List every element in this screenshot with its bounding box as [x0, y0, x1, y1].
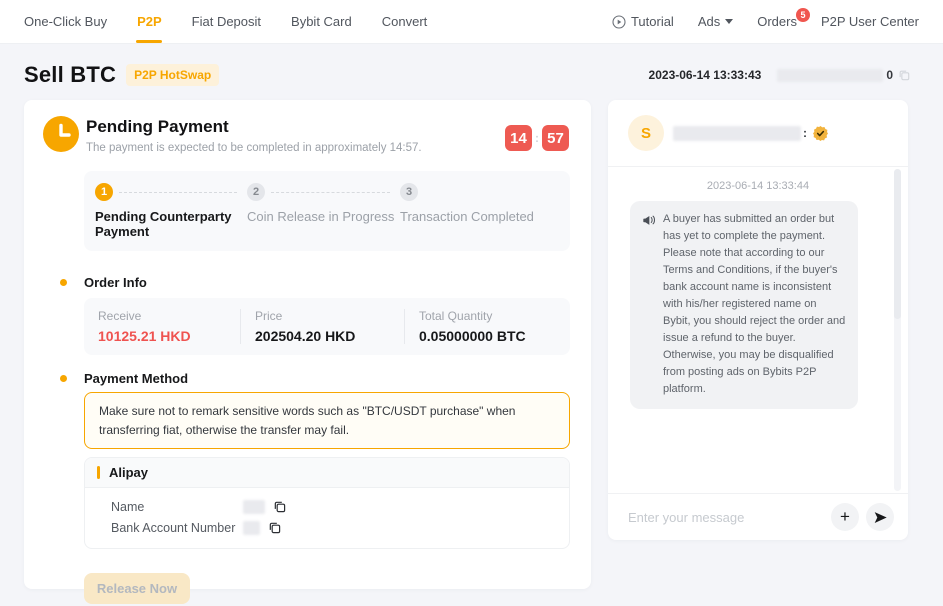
- verified-badge-icon: [813, 126, 828, 141]
- payment-account-redacted: [243, 521, 260, 535]
- nav-bybit-card[interactable]: Bybit Card: [291, 0, 352, 43]
- counterparty-avatar[interactable]: S: [628, 115, 664, 151]
- page-header: Sell BTC P2P HotSwap 2023-06-14 13:33:43…: [24, 57, 910, 93]
- chat-scrollbar-thumb[interactable]: [894, 169, 901, 319]
- nav-ads-label: Ads: [698, 14, 720, 29]
- copy-name-icon[interactable]: [273, 500, 286, 513]
- nav-one-click-buy[interactable]: One-Click Buy: [24, 0, 107, 43]
- payment-method-card: Alipay Name Bank Account Number: [84, 457, 570, 549]
- orders-count-badge: 5: [796, 8, 810, 22]
- order-info-quantity: Total Quantity 0.05000000 BTC: [404, 309, 570, 344]
- order-number-redacted: [777, 69, 883, 82]
- status-subtitle: The payment is expected to be completed …: [86, 142, 422, 154]
- accent-bar: [97, 466, 100, 479]
- clock-icon: [43, 116, 79, 157]
- payment-method-name: Alipay: [109, 465, 148, 480]
- step-pending-payment: 1 Pending Counterparty Payment: [95, 183, 247, 239]
- plus-icon: +: [840, 508, 850, 525]
- timer-seconds: 57: [542, 125, 569, 151]
- system-message-bubble: A buyer has submitted an order but has y…: [630, 201, 858, 409]
- release-now-button[interactable]: Release Now: [84, 573, 190, 604]
- step-transaction-completed: 3 Transaction Completed: [400, 183, 558, 239]
- nav-orders-label: Orders: [757, 14, 797, 29]
- chat-message-area: 2023-06-14 13:33:44 A buyer has submitte…: [608, 166, 908, 494]
- step-3-label: Transaction Completed: [400, 209, 558, 224]
- bullet-icon: [60, 375, 67, 382]
- payment-method-heading: Payment Method: [60, 371, 591, 386]
- payment-name-row: Name: [111, 496, 557, 517]
- chat-message-input[interactable]: [628, 510, 824, 525]
- nav-tutorial[interactable]: Tutorial: [612, 0, 674, 43]
- copy-order-number-icon[interactable]: [898, 69, 910, 81]
- p2p-order-page: One-Click Buy P2P Fiat Deposit Bybit Car…: [0, 0, 943, 606]
- nav-fiat-deposit[interactable]: Fiat Deposit: [192, 0, 261, 43]
- hotswap-badge: P2P HotSwap: [126, 64, 219, 86]
- step-2-label: Coin Release in Progress: [247, 209, 400, 224]
- order-info-price: Price 202504.20 HKD: [240, 309, 404, 344]
- step-coin-release: 2 Coin Release in Progress: [247, 183, 400, 239]
- send-icon: [873, 510, 888, 525]
- nav-tutorial-label: Tutorial: [631, 14, 674, 29]
- step-3-dot: 3: [400, 183, 418, 201]
- payment-method-details: Name Bank Account Number: [85, 488, 569, 548]
- step-2-dot: 2: [247, 183, 265, 201]
- step-connector: [271, 192, 390, 193]
- timer-separator: :: [535, 131, 539, 145]
- payment-warning: Make sure not to remark sensitive words …: [84, 392, 570, 449]
- step-1-label: Pending Counterparty Payment: [95, 209, 247, 239]
- order-status-row: Pending Payment The payment is expected …: [24, 100, 591, 157]
- nav-p2p[interactable]: P2P: [137, 0, 162, 43]
- chat-input-row: +: [608, 494, 908, 540]
- chat-header: S :: [608, 100, 908, 166]
- status-texts: Pending Payment The payment is expected …: [86, 116, 422, 157]
- page-title: Sell BTC: [24, 62, 116, 88]
- chat-panel: S : 2023-06-14 13:33:44 A buyer has subm…: [608, 100, 908, 540]
- megaphone-icon: [642, 213, 656, 399]
- status-title: Pending Payment: [86, 117, 422, 137]
- nav-right-group: Tutorial Ads Orders 5 P2P User Center: [612, 0, 919, 43]
- send-button[interactable]: [866, 503, 894, 531]
- payment-method-header: Alipay: [85, 458, 569, 488]
- quantity-value: 0.05000000 BTC: [419, 328, 570, 344]
- order-number-last-digit: 0: [886, 68, 893, 82]
- progress-steps: 1 Pending Counterparty Payment 2 Coin Re…: [84, 171, 570, 251]
- countdown-timer: 14 : 57: [505, 116, 569, 157]
- counterparty-name-suffix: :: [803, 126, 807, 140]
- play-circle-icon: [612, 15, 626, 29]
- nav-p2p-user-center[interactable]: P2P User Center: [821, 0, 919, 43]
- top-nav: One-Click Buy P2P Fiat Deposit Bybit Car…: [0, 0, 943, 44]
- price-value: 202504.20 HKD: [255, 328, 404, 344]
- chat-scrollbar[interactable]: [894, 169, 901, 491]
- attach-button[interactable]: +: [831, 503, 859, 531]
- order-info-box: Receive 10125.21 HKD Price 202504.20 HKD…: [84, 298, 570, 355]
- order-card: Pending Payment The payment is expected …: [24, 100, 591, 589]
- chat-timestamp: 2023-06-14 13:33:44: [608, 180, 908, 192]
- payment-account-row: Bank Account Number: [111, 517, 557, 538]
- nav-left-group: One-Click Buy P2P Fiat Deposit Bybit Car…: [24, 0, 427, 43]
- order-created-time: 2023-06-14 13:33:43: [649, 68, 762, 82]
- order-info-receive: Receive 10125.21 HKD: [84, 309, 240, 344]
- nav-convert[interactable]: Convert: [382, 0, 428, 43]
- order-info-heading: Order Info: [60, 275, 591, 290]
- step-connector: [119, 192, 237, 193]
- bullet-icon: [60, 279, 67, 286]
- system-message-text: A buyer has submitted an order but has y…: [663, 211, 846, 399]
- nav-ads[interactable]: Ads: [698, 0, 733, 43]
- counterparty-name-redacted: [673, 126, 801, 141]
- payment-name-redacted: [243, 500, 265, 514]
- receive-amount: 10125.21 HKD: [98, 328, 240, 344]
- nav-orders[interactable]: Orders 5: [757, 0, 797, 43]
- step-1-dot: 1: [95, 183, 113, 201]
- order-meta: 2023-06-14 13:33:43 0: [649, 68, 910, 82]
- copy-account-icon[interactable]: [268, 521, 281, 534]
- caret-down-icon: [725, 19, 733, 24]
- timer-minutes: 14: [505, 125, 532, 151]
